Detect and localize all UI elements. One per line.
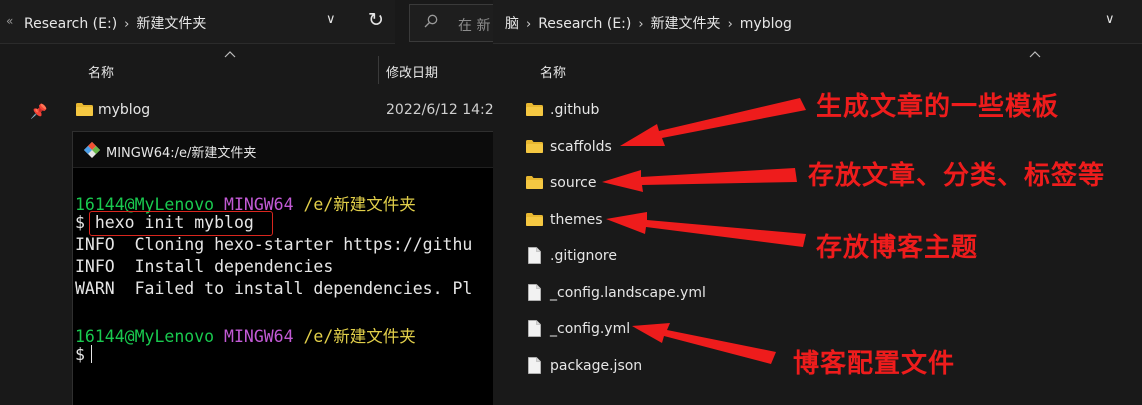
arrow-source (602, 168, 797, 192)
annotation-source: 存放文章、分类、标签等 (808, 161, 1106, 191)
annotation-config: 博客配置文件 (793, 349, 956, 379)
annotation-arrows (602, 98, 806, 364)
annotation-themes: 存放博客主题 (816, 233, 979, 263)
arrow-themes (606, 212, 806, 247)
arrow-config (632, 323, 776, 364)
annotation-scaffolds: 生成文章的一些模板 (816, 92, 1060, 122)
arrow-scaffolds (620, 98, 806, 146)
